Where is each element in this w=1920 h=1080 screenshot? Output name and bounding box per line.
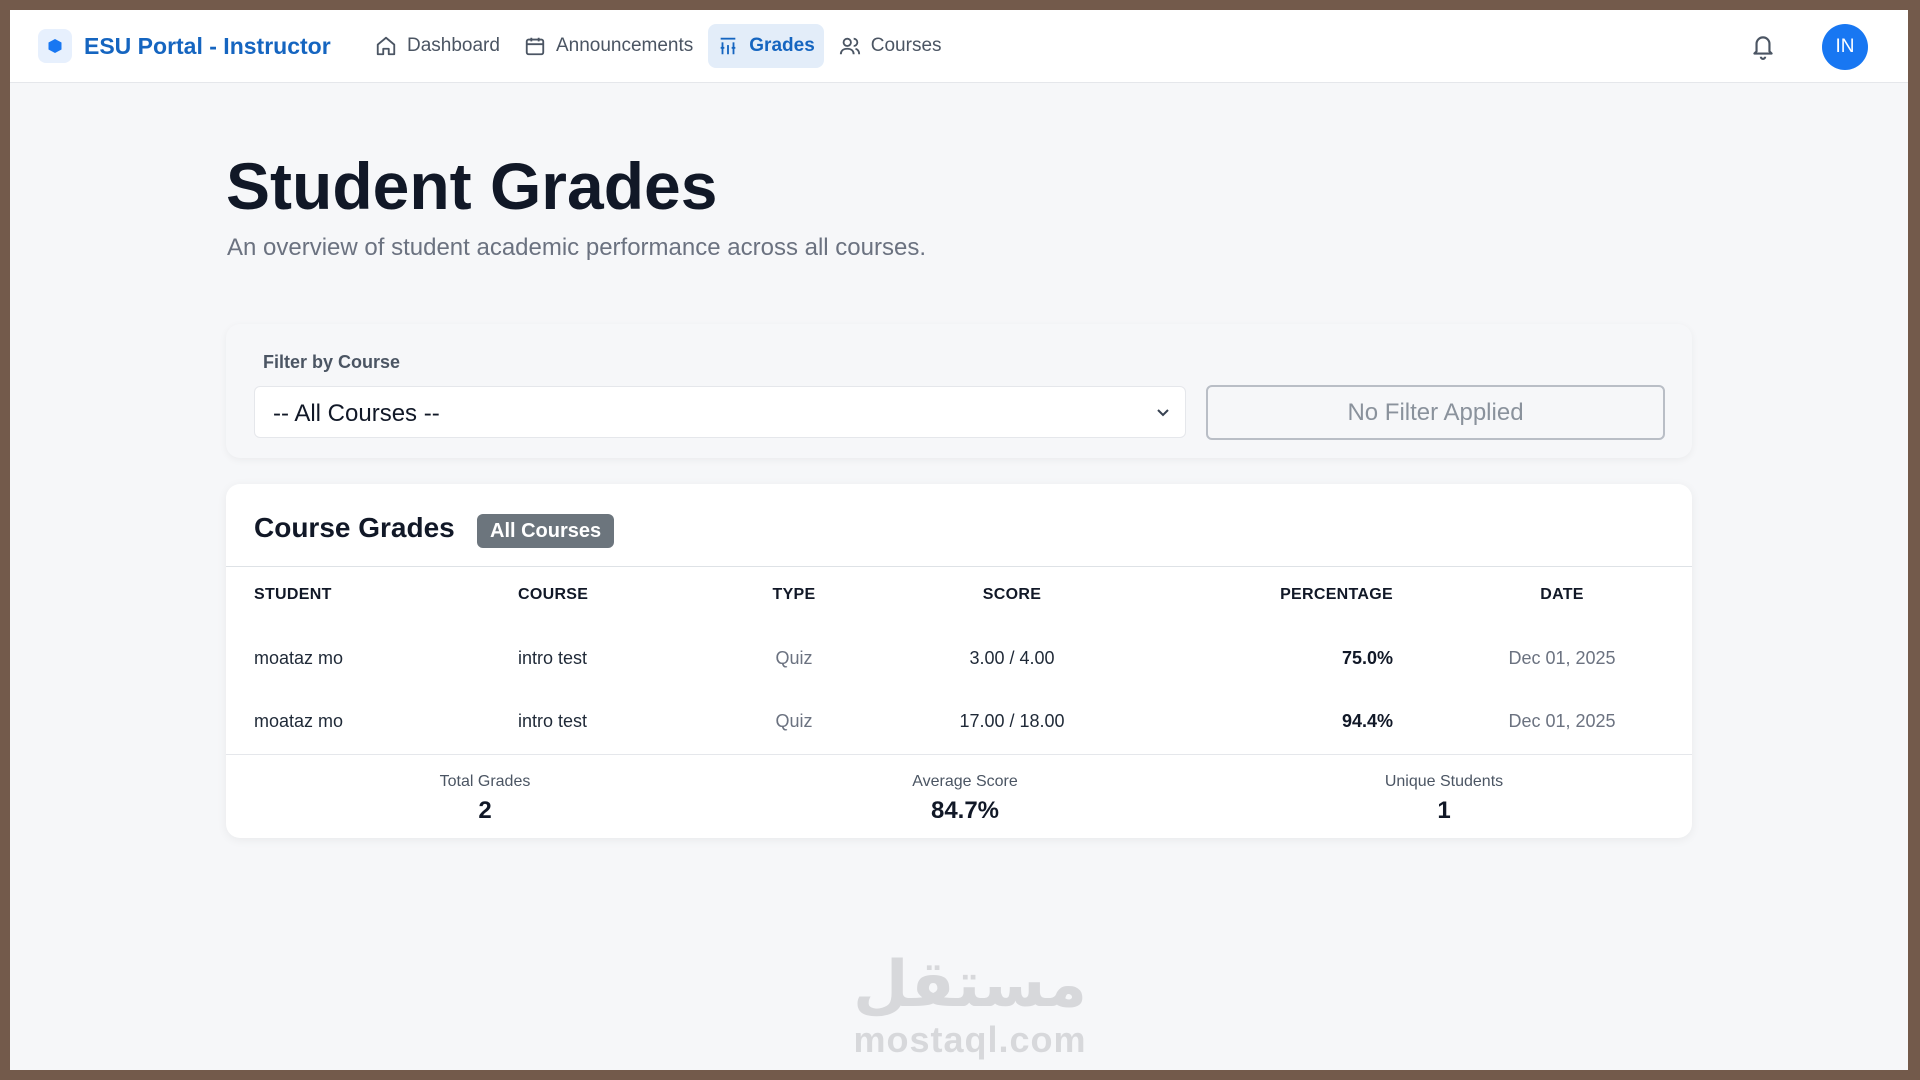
main-nav: Dashboard Announcements Grades Courses (366, 24, 957, 68)
notifications-button[interactable] (1750, 32, 1776, 65)
top-navbar: ESU Portal - Instructor Dashboard Announ… (10, 10, 1908, 83)
chevron-down-icon (1157, 409, 1169, 417)
cell-course: intro test (518, 648, 588, 668)
cell-percentage: 75.0% (1341, 648, 1393, 668)
bell-icon (1753, 36, 1773, 60)
stat-value: 84.7% (930, 797, 1000, 824)
course-select-value: -- All Courses -- (273, 400, 440, 427)
watermark-arabic: مستقل (852, 948, 1088, 1022)
nav-item-grades[interactable]: Grades (708, 24, 824, 68)
users-icon (839, 37, 860, 55)
cell-date: Dec 01, 2025 (1508, 711, 1616, 731)
cell-student: moataz mo (254, 711, 344, 731)
cell-course: intro test (518, 711, 588, 731)
filter-card: Filter by Course -- All Courses -- No Fi… (226, 324, 1692, 458)
grades-summary: Total Grades 2 Average Score 84.7% Uniqu… (226, 754, 1692, 838)
watermark-latin: mostaql.com (853, 1019, 1087, 1060)
avatar[interactable]: IN (1822, 24, 1868, 70)
stat-value: 2 (478, 797, 492, 824)
watermark-logo: مستقل mostaql.com (810, 950, 1130, 1060)
cell-date: Dec 01, 2025 (1508, 648, 1616, 668)
nav-item-dashboard[interactable]: Dashboard (366, 24, 509, 68)
nav-item-announcements[interactable]: Announcements (515, 24, 702, 68)
stat-total-grades: Total Grades 2 (335, 773, 635, 825)
cell-type: Quiz (775, 648, 813, 668)
column-header-percentage[interactable]: PERCENTAGE (1280, 586, 1393, 604)
cell-score: 17.00 / 18.00 (959, 711, 1065, 731)
column-header-date[interactable]: DATE (1540, 586, 1584, 604)
nav-item-label: Dashboard (407, 35, 500, 56)
nav-item-label: Courses (870, 35, 942, 56)
stat-label: Total Grades (439, 773, 531, 790)
browser-window: ESU Portal - Instructor Dashboard Announ… (10, 10, 1908, 1070)
column-header-type[interactable]: TYPE (773, 586, 816, 604)
cell-score: 3.00 / 4.00 (969, 648, 1055, 668)
card-title: Course Grades (254, 512, 455, 543)
home-icon (376, 36, 396, 56)
page-subtitle: An overview of student academic performa… (227, 234, 926, 261)
nav-item-courses[interactable]: Courses (830, 24, 951, 68)
page-title: Student Grades (226, 149, 718, 223)
stat-value: 1 (1437, 797, 1451, 824)
stat-unique-students: Unique Students 1 (1294, 773, 1594, 825)
chart-icon (720, 37, 736, 55)
column-header-student[interactable]: STUDENT (254, 586, 332, 604)
course-badge: All Courses (477, 514, 615, 548)
grades-card: Course Grades All Courses STUDENT COURSE… (226, 484, 1692, 838)
divider (226, 566, 1692, 567)
course-filter-select[interactable]: -- All Courses -- (254, 386, 1186, 438)
stat-label: Average Score (912, 773, 1018, 790)
filter-status-button[interactable]: No Filter Applied (1206, 385, 1665, 440)
filter-label: Filter by Course (263, 352, 401, 372)
cell-student: moataz mo (254, 648, 344, 668)
hexagon-icon (38, 29, 72, 63)
stat-label: Unique Students (1384, 773, 1504, 790)
column-header-course[interactable]: COURSE (518, 586, 588, 604)
nav-item-label: Grades (749, 35, 815, 56)
calendar-icon (525, 37, 545, 56)
cell-type: Quiz (775, 711, 813, 731)
brand[interactable]: ESU Portal - Instructor (38, 29, 331, 63)
stat-average-score: Average Score 84.7% (815, 773, 1115, 825)
column-header-score[interactable]: SCORE (983, 586, 1041, 604)
nav-item-label: Announcements (555, 35, 694, 56)
app-title: ESU Portal - Instructor (84, 32, 331, 59)
cell-percentage: 94.4% (1341, 711, 1393, 731)
